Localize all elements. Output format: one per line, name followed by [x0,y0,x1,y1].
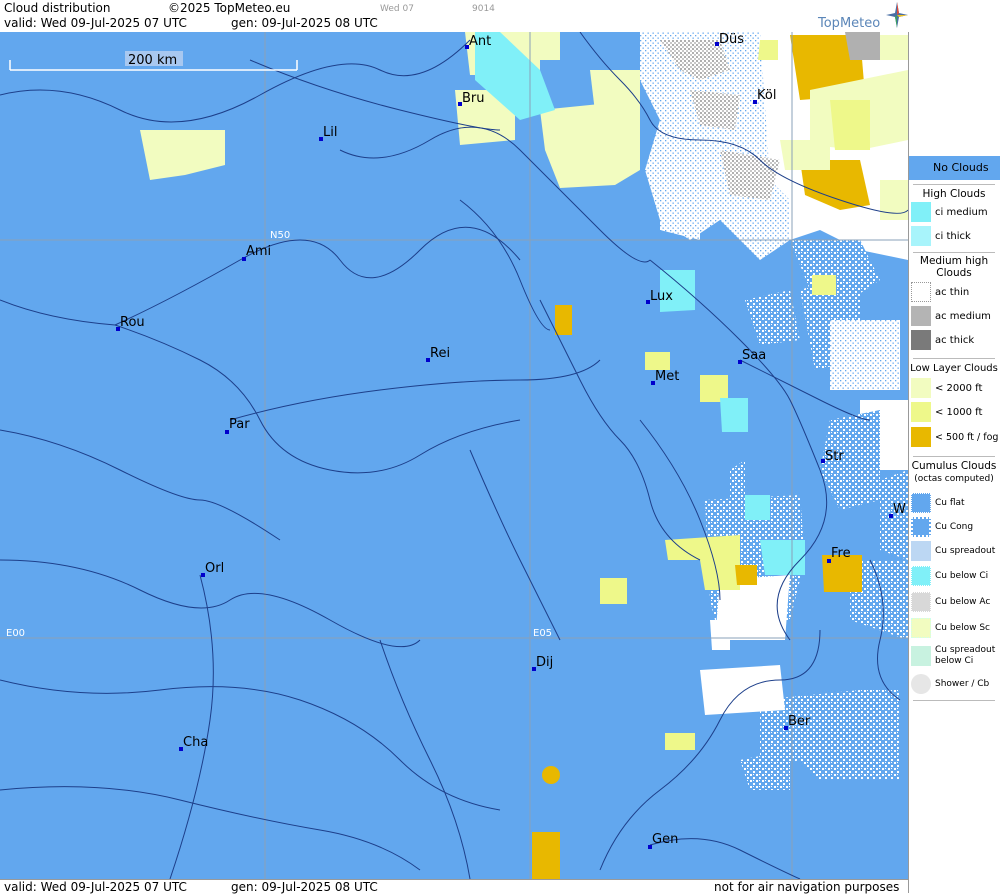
grid-label-n50: N50 [270,230,290,241]
code-label: 9014 [472,4,495,14]
city-saa[interactable]: Saa [738,348,766,364]
svg-text:Saa: Saa [742,348,766,363]
map-title: Cloud distribution [4,1,111,15]
svg-text:Köl: Köl [757,88,776,103]
legend-cumulus-heading: Cumulus Clouds [911,460,997,472]
logo-text: TopMeteo [818,16,881,31]
legend-cu-flat: Cu flat [909,493,1000,515]
svg-text:Düs: Düs [719,32,744,47]
scale-label: 200 km [128,53,177,68]
grid-label-e00: E00 [6,628,25,639]
map-canvas[interactable]: N50 E00 E05 200 km Ant Düs Bru Köl Lil A… [0,31,909,880]
svg-text:W: W [893,502,906,517]
legend-ac-thick: ac thick [909,330,1000,352]
city-par[interactable]: Par [225,417,250,434]
legend-lt2000: < 2000 ft [909,378,1000,400]
legend-ac-thin: ac thin [909,282,1000,304]
svg-text:Lil: Lil [323,125,337,140]
legend-panel: No Clouds High Clouds ci medium ci thick… [908,32,1000,893]
legend-ci-thick: ci thick [909,226,1000,248]
svg-text:Orl: Orl [205,561,224,576]
day-label: Wed 07 [380,4,414,14]
svg-text:Str: Str [825,449,844,464]
legend-lt500: < 500 ft / fog [909,427,1000,449]
svg-text:Rei: Rei [430,346,450,361]
legend-cu-cong: Cu Cong [909,517,1000,539]
city-ber[interactable]: Ber [784,714,811,730]
legend-medium-high-heading: Medium high Clouds [919,255,989,279]
city-kol[interactable]: Köl [753,88,776,104]
svg-text:Fre: Fre [831,546,851,561]
footer-valid-time: valid: Wed 09-Jul-2025 07 UTC [4,880,187,894]
city-orl[interactable]: Orl [201,561,224,577]
valid-time: valid: Wed 09-Jul-2025 07 UTC [4,16,187,30]
disclaimer-text: not for air navigation purposes [714,880,900,894]
city-lux[interactable]: Lux [646,289,673,304]
city-rou[interactable]: Rou [116,315,145,331]
svg-text:Cha: Cha [183,735,208,750]
legend-cu-below-sc: Cu below Sc [909,618,1000,640]
svg-text:Lux: Lux [650,289,673,304]
svg-text:Bru: Bru [462,91,485,106]
city-dij[interactable]: Dij [532,655,553,671]
city-bru[interactable]: Bru [458,91,485,106]
city-gen[interactable]: Gen [648,832,678,849]
svg-text:Par: Par [229,417,250,432]
legend-shower-cb: Shower / Cb [909,674,1000,696]
city-rei[interactable]: Rei [426,346,450,362]
legend-lt1000: < 1000 ft [909,402,1000,424]
header-bar: Cloud distribution ©2025 TopMeteo.eu Wed… [0,0,908,33]
copyright-text: ©2025 TopMeteo.eu [168,1,291,15]
cloud-map[interactable]: N50 E00 E05 200 km Ant Düs Bru Köl Lil A… [0,31,909,880]
city-ami[interactable]: Ami [242,244,271,261]
svg-text:Gen: Gen [652,832,678,847]
legend-cu-spreadout: Cu spreadout [909,541,1000,563]
svg-text:Met: Met [655,369,679,384]
compass-star-icon [886,2,908,28]
legend-ac-medium: ac medium [909,306,1000,328]
city-fre[interactable]: Fre [827,546,851,563]
legend-high-clouds-heading: High Clouds [922,188,986,200]
legend-no-clouds: No Clouds [909,156,1000,180]
svg-text:Dij: Dij [536,655,553,670]
svg-text:Ant: Ant [469,34,491,49]
footer-bar: valid: Wed 09-Jul-2025 07 UTC gen: 09-Ju… [0,879,908,894]
legend-cu-spreadout-below-ci: Cu spreadout below Ci [909,644,1000,670]
legend-low-layer-heading: Low Layer Clouds [910,363,998,374]
legend-cu-below-ci: Cu below Ci [909,566,1000,588]
legend-cu-below-ac: Cu below Ac [909,592,1000,614]
legend-octas-note: (octas computed) [914,474,994,484]
city-cha[interactable]: Cha [179,735,208,751]
grid-label-e05: E05 [533,628,552,639]
city-ant[interactable]: Ant [465,34,491,49]
footer-generated-time: gen: 09-Jul-2025 08 UTC [231,880,378,894]
svg-text:Rou: Rou [120,315,145,330]
legend-ci-medium: ci medium [909,202,1000,224]
svg-text:Ber: Ber [788,714,811,729]
city-str[interactable]: Str [821,449,844,464]
generated-time: gen: 09-Jul-2025 08 UTC [231,16,378,30]
topmeteo-logo[interactable]: TopMeteo [808,2,908,32]
svg-text:Ami: Ami [246,244,271,259]
city-dus[interactable]: Düs [715,32,744,47]
city-met[interactable]: Met [651,369,679,385]
